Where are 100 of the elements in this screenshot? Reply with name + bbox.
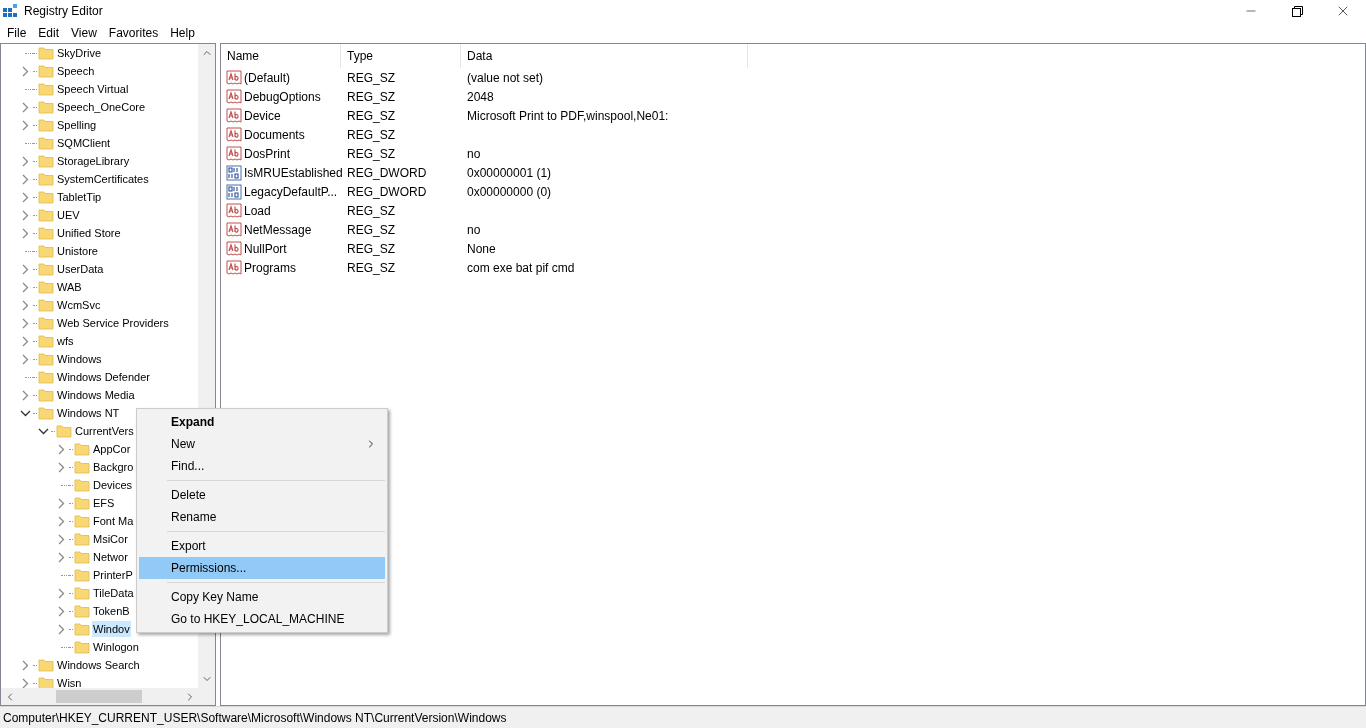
tree-item[interactable]: Unistore	[56, 242, 99, 260]
tree-item[interactable]: UEV	[56, 206, 81, 224]
context-menu-item[interactable]: Delete	[139, 484, 385, 506]
tree-item[interactable]: TileData	[92, 584, 135, 602]
tree-item[interactable]: CurrentVers	[74, 422, 135, 440]
value-name[interactable]: NullPort	[244, 239, 287, 258]
tree-item[interactable]: wfs	[56, 332, 75, 350]
value-data: com exe bat pif cmd	[467, 260, 575, 275]
tree-item[interactable]: MsiCor	[92, 530, 129, 548]
value-name[interactable]: Programs	[244, 258, 296, 277]
tree-item[interactable]: AppCor	[92, 440, 132, 458]
scrollbar-thumb[interactable]	[56, 690, 142, 703]
tree-item[interactable]: Windows NT	[56, 404, 121, 422]
value-name[interactable]: Load	[244, 201, 271, 220]
string-value-icon	[226, 202, 242, 219]
context-menu-item[interactable]: Copy Key Name	[139, 586, 385, 608]
context-menu-item[interactable]: Rename	[139, 506, 385, 528]
tree-item[interactable]: Devices	[92, 476, 134, 494]
tree-item[interactable]: Speech Virtual	[56, 80, 130, 98]
value-name[interactable]: Documents	[244, 125, 305, 144]
string-value-icon	[226, 126, 242, 143]
tree-item[interactable]: EFS	[92, 494, 116, 512]
folder-icon	[38, 46, 54, 60]
tree-item[interactable]: Font Ma	[92, 512, 135, 530]
tree-item[interactable]: PrinterP	[92, 566, 134, 584]
value-name[interactable]: LegacyDefaultP...	[244, 182, 338, 201]
value-name[interactable]: Device	[244, 106, 281, 125]
folder-icon	[38, 388, 54, 402]
tree-item[interactable]: Windov	[92, 620, 131, 638]
context-menu-item[interactable]: Go to HKEY_LOCAL_MACHINE	[139, 608, 385, 630]
tree-item[interactable]: StorageLibrary	[56, 152, 131, 170]
value-data: no	[467, 146, 481, 161]
tree-item[interactable]: WcmSvc	[56, 296, 102, 314]
folder-icon	[74, 532, 90, 546]
tree-item[interactable]: Speech	[56, 62, 96, 80]
folder-icon	[38, 280, 54, 294]
value-data: 2048	[467, 89, 494, 104]
folder-icon	[74, 622, 90, 636]
tree-item[interactable]: Windows	[56, 350, 103, 368]
tree-item[interactable]: UserData	[56, 260, 105, 278]
status-path: Computer\HKEY_CURRENT_USER\Software\Microsoft\Windows NT\CurrentVersion\Windows	[3, 709, 507, 727]
value-name[interactable]: (Default)	[244, 68, 290, 87]
tree-item[interactable]: SystemCertificates	[56, 170, 150, 188]
folder-icon	[38, 118, 54, 132]
folder-icon	[56, 424, 72, 438]
value-name[interactable]: NetMessage	[244, 220, 312, 239]
tree-item[interactable]: Unified Store	[56, 224, 122, 242]
folder-icon	[74, 640, 90, 654]
menu-item[interactable]: Help	[164, 23, 201, 42]
column-header[interactable]: Data	[461, 44, 748, 68]
context-menu-item[interactable]: Export	[139, 535, 385, 557]
folder-icon	[38, 82, 54, 96]
column-header[interactable]: Name	[221, 44, 341, 68]
menu-item[interactable]: File	[1, 23, 33, 42]
value-data: 0x00000000 (0)	[467, 184, 552, 199]
tree-item[interactable]: Web Service Providers	[56, 314, 170, 332]
tree-item[interactable]: Spelling	[56, 116, 98, 134]
folder-icon	[38, 406, 54, 420]
tree-item[interactable]: Networ	[92, 548, 129, 566]
tree-item[interactable]: Speech_OneCore	[56, 98, 147, 116]
context-menu-item[interactable]: Permissions...	[139, 557, 385, 579]
folder-icon	[74, 460, 90, 474]
menu-item[interactable]: Favorites	[102, 23, 165, 42]
value-data: Microsoft Print to PDF,winspool,Ne01:	[467, 108, 669, 123]
tree-item[interactable]: TabletTip	[56, 188, 103, 206]
context-menu-item[interactable]: Expand	[139, 411, 385, 433]
tree-item[interactable]: TokenB	[92, 602, 131, 620]
tree-item[interactable]: SkyDrive	[56, 44, 102, 62]
column-header[interactable]: Type	[341, 44, 461, 68]
value-name[interactable]: DosPrint	[244, 144, 290, 163]
folder-icon	[38, 208, 54, 222]
context-menu-item[interactable]: Find...	[139, 455, 385, 477]
value-name[interactable]: DebugOptions	[244, 87, 321, 106]
tree-item[interactable]: SQMClient	[56, 134, 112, 152]
restore-icon[interactable]	[1291, 5, 1303, 17]
menu-item[interactable]: Edit	[32, 23, 66, 42]
value-type: REG_SZ	[347, 89, 395, 104]
folder-icon	[38, 136, 54, 150]
folder-icon	[74, 496, 90, 510]
string-value-icon	[226, 88, 242, 105]
binary-value-icon	[226, 183, 242, 200]
context-menu-item[interactable]: New	[139, 433, 385, 455]
tree-item[interactable]: Winlogon	[92, 638, 140, 656]
menu-item[interactable]: View	[65, 23, 103, 42]
folder-icon	[74, 604, 90, 618]
folder-icon	[38, 64, 54, 78]
horizontal-scrollbar[interactable]	[1, 688, 215, 705]
string-value-icon	[226, 240, 242, 257]
value-type: REG_SZ	[347, 241, 395, 256]
tree-item[interactable]: Wisn	[56, 674, 83, 688]
tree-item[interactable]: WAB	[56, 278, 83, 296]
tree-item[interactable]: Windows Defender	[56, 368, 151, 386]
folder-icon	[38, 334, 54, 348]
folder-icon	[74, 478, 90, 492]
tree-item[interactable]: Backgro	[92, 458, 135, 476]
tree-item[interactable]: Windows Search	[56, 656, 141, 674]
folder-icon	[38, 298, 54, 312]
value-name[interactable]: IsMRUEstablished	[244, 163, 343, 182]
tree-item[interactable]: Windows Media	[56, 386, 136, 404]
folder-icon	[74, 550, 90, 564]
